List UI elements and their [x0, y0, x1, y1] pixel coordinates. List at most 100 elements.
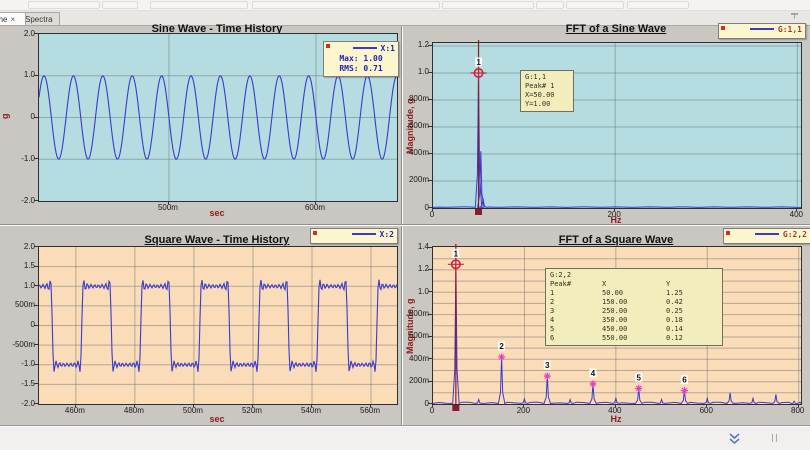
svg-text:5: 5	[636, 373, 641, 382]
y-tick-label: 800m	[401, 309, 429, 318]
plot-grid: Sine Wave - Time History X:1 Max: 1.00 R…	[0, 26, 810, 425]
legend-sine-fft[interactable]: G:1,1	[718, 23, 806, 39]
y-tick-mark	[34, 117, 38, 118]
legend-sine-time[interactable]: X:1 Max: 1.00 RMS: 0.71	[323, 41, 399, 77]
grip-icon	[772, 434, 777, 442]
y-tick-label: -1.0	[7, 154, 35, 163]
x-tick-mark	[706, 404, 707, 407]
tab-label: Time	[0, 15, 7, 24]
svg-text:3: 3	[545, 361, 550, 370]
legend-series-label: X:1	[381, 44, 395, 53]
y-tick-mark	[34, 33, 38, 34]
annotation-row: 4350.000.18	[550, 316, 718, 325]
svg-text:1: 1	[454, 249, 459, 258]
y-tick-label: 200m	[401, 175, 429, 184]
pin-icon[interactable]	[791, 12, 798, 20]
toolbar	[0, 0, 810, 11]
y-tick-label: 1.2	[401, 40, 429, 49]
y-tick-label: -1.0	[7, 359, 35, 368]
splitter-horizontal[interactable]	[0, 224, 810, 226]
x-tick-mark	[311, 404, 312, 407]
annotation-row: 6550.000.12	[550, 334, 718, 343]
annotation-title: G:2,2	[550, 271, 718, 280]
legend-line-sample	[755, 233, 779, 235]
x-tick-label: 200	[594, 210, 634, 219]
y-tick-label: 800m	[401, 94, 429, 103]
y-tick-mark	[428, 247, 432, 248]
panel-square-time: Square Wave - Time History X:2 sec 2.01.…	[0, 226, 401, 425]
annotation-line: Peak# 1	[525, 82, 569, 91]
toolbar-group	[102, 1, 138, 9]
y-tick-mark	[428, 45, 432, 46]
x-tick-label: 800	[778, 406, 810, 415]
y-tick-label: 1.0	[401, 67, 429, 76]
square-time-chart[interactable]	[38, 246, 398, 405]
y-tick-mark	[34, 344, 38, 345]
svg-text:1: 1	[476, 58, 481, 67]
y-tick-mark	[428, 153, 432, 154]
panel-sine-time: Sine Wave - Time History X:1 Max: 1.00 R…	[0, 26, 401, 224]
y-tick-mark	[428, 180, 432, 181]
legend-series-label: X:2	[380, 230, 394, 239]
collapse-double-chevron-icon[interactable]	[728, 433, 742, 444]
legend-marker-icon	[721, 26, 725, 30]
y-tick-mark	[34, 266, 38, 267]
legend-line-sample	[352, 233, 376, 235]
y-tick-mark	[428, 358, 432, 359]
svg-text:6: 6	[682, 376, 687, 385]
x-tick-mark	[370, 404, 371, 407]
y-tick-label: -1.5	[7, 379, 35, 388]
y-tick-label: 1.5	[7, 261, 35, 270]
y-tick-label: 1.0	[401, 287, 429, 296]
tab-close-icon[interactable]: ×	[10, 15, 15, 24]
toolbar-group	[442, 1, 534, 9]
y-tick-mark	[428, 314, 432, 315]
annotation-line: G:1,1	[525, 73, 569, 82]
x-tick-label: 600m	[295, 203, 335, 212]
peak-annotation[interactable]: G:1,1Peak# 1X=50.00Y=1.00	[520, 70, 574, 112]
y-tick-label: 2.0	[7, 29, 35, 38]
y-tick-label: -500m	[7, 340, 35, 349]
legend-marker-icon	[313, 231, 317, 235]
x-tick-mark	[134, 404, 135, 407]
x-tick-label: 500m	[148, 203, 188, 212]
sine-fft-chart[interactable]: 1	[432, 42, 802, 209]
x-tick-mark	[523, 404, 524, 407]
annotation-row: 2150.000.42	[550, 298, 718, 307]
x-tick-label: 200	[503, 406, 543, 415]
y-tick-label: 400m	[401, 148, 429, 157]
legend-max-value: Max: 1.00	[324, 54, 398, 64]
x-tick-label: 500m	[173, 406, 213, 415]
legend-square-fft[interactable]: G:2,2	[723, 228, 810, 244]
x-tick-label: 0	[412, 406, 452, 415]
x-axis-label: sec	[38, 208, 396, 218]
y-tick-label: 200m	[401, 376, 429, 385]
app-window: Time × Spectra Sine Wave - Time History …	[0, 0, 810, 450]
annotation-line: Y=1.00	[525, 100, 569, 109]
y-tick-label: 400m	[401, 354, 429, 363]
y-tick-mark	[34, 383, 38, 384]
y-tick-mark	[34, 200, 38, 201]
legend-square-time[interactable]: X:2	[310, 228, 398, 244]
y-tick-label: 0	[7, 320, 35, 329]
x-tick-label: 600	[686, 406, 726, 415]
x-tick-label: 0	[412, 210, 452, 219]
y-tick-label: 1.0	[7, 281, 35, 290]
y-tick-mark	[428, 381, 432, 382]
peak-list-annotation[interactable]: G:2,2Peak#XY150.001.252150.000.423250.00…	[545, 268, 723, 346]
y-tick-mark	[34, 305, 38, 306]
y-tick-label: -2.0	[7, 196, 35, 205]
y-tick-label: 600m	[401, 121, 429, 130]
y-tick-mark	[428, 126, 432, 127]
x-tick-mark	[168, 201, 169, 204]
toolbar-group	[627, 1, 689, 9]
x-tick-mark	[315, 201, 316, 204]
status-bar	[0, 425, 810, 450]
x-tick-mark	[75, 404, 76, 407]
x-tick-label: 400	[776, 210, 810, 219]
toolbar-group	[150, 1, 248, 9]
y-tick-label: 500m	[7, 300, 35, 309]
annotation-line: X=50.00	[525, 91, 569, 100]
tab-time[interactable]: Time ×	[0, 12, 26, 25]
y-tick-mark	[428, 336, 432, 337]
